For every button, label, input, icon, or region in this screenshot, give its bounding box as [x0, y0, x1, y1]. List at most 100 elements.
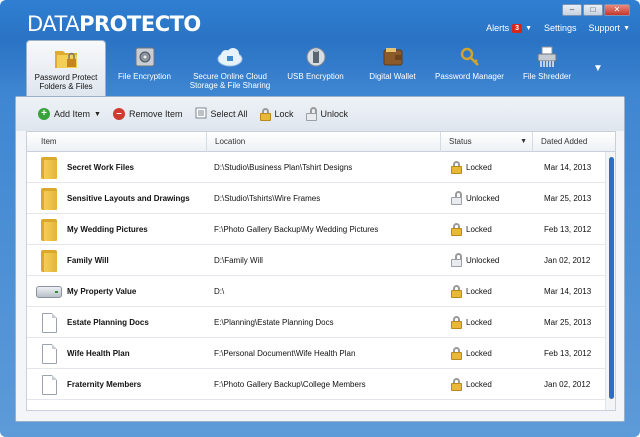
tab-label: File Shredder	[522, 72, 572, 81]
select-all-button[interactable]: Select All	[195, 107, 248, 121]
lock-icon	[451, 285, 462, 298]
tab-label: Storage & File Sharing	[189, 81, 271, 90]
unlock-icon	[451, 253, 462, 267]
table-row[interactable]: My Property Value D:\ Locked Mar 14, 2013	[27, 276, 605, 307]
item-date-added: Jan 02, 2012	[544, 256, 591, 265]
item-status: Locked	[451, 276, 492, 307]
alerts-label: Alerts	[486, 23, 510, 33]
lock-icon	[259, 107, 271, 121]
tab-label: Folders & Files	[39, 82, 93, 91]
shredder-icon	[532, 44, 562, 70]
item-location: D:\Studio\Tshirts\Wire Frames	[214, 194, 321, 203]
unlock-label: Unlock	[320, 109, 349, 119]
settings-menu[interactable]: Settings	[544, 23, 577, 33]
column-header-location[interactable]: Location	[207, 132, 441, 152]
logo-part-2: PROTECTO	[79, 12, 201, 36]
settings-label: Settings	[544, 23, 577, 33]
column-header-item[interactable]: Item	[27, 132, 207, 152]
table-row[interactable]: Secret Work Files D:\Studio\Business Plan…	[27, 152, 605, 183]
window-controls: – □ ✕	[562, 4, 630, 16]
item-name: Sensitive Layouts and Drawings	[67, 194, 190, 203]
tab-file-shredder[interactable]: File Shredder	[508, 40, 586, 96]
folder-icon	[35, 245, 63, 276]
vertical-scrollbar[interactable]	[605, 152, 615, 410]
column-header-status[interactable]: Status ▼	[441, 132, 533, 152]
table-row[interactable]: Estate Planning Docs E:\Planning\Estate P…	[27, 307, 605, 338]
item-name: Family Will	[67, 256, 109, 265]
item-location: D:\Studio\Business Plan\Tshirt Designs	[214, 163, 353, 172]
drive-icon	[35, 276, 63, 307]
item-name: My Property Value	[67, 287, 137, 296]
scrollbar-thumb[interactable]	[609, 157, 614, 399]
status-label: Locked	[466, 349, 492, 358]
close-button[interactable]: ✕	[604, 4, 630, 16]
chevron-down-icon: ▼	[525, 24, 532, 32]
minimize-button[interactable]: –	[562, 4, 582, 16]
status-label: Unlocked	[466, 256, 500, 265]
minus-icon: –	[112, 108, 125, 120]
tab-digital-wallet[interactable]: Digital Wallet	[354, 40, 431, 96]
tab-label: USB Encryption	[287, 72, 344, 81]
table-header: Item Location Status ▼ Dated Added	[27, 132, 615, 152]
tab-secure-cloud[interactable]: Secure Online Cloud Storage & File Shari…	[183, 40, 277, 96]
logo-part-1: DATA	[27, 12, 80, 36]
tab-label: File Encryption	[118, 72, 171, 81]
lock-label: Lock	[274, 109, 294, 119]
remove-item-button[interactable]: – Remove Item	[112, 108, 183, 120]
item-status: Locked	[451, 338, 492, 369]
add-item-label: Add Item	[54, 109, 91, 119]
item-date-added: Mar 25, 2013	[544, 194, 592, 203]
item-date-added: Feb 13, 2012	[544, 349, 592, 358]
table-row[interactable]: Wife Health Plan F:\Personal Document\Wif…	[27, 338, 605, 369]
chevron-down-icon: ▼	[623, 24, 630, 32]
tab-file-encryption[interactable]: File Encryption	[106, 40, 183, 96]
support-menu[interactable]: Support ▼	[589, 23, 630, 33]
table-row[interactable]: My Wedding Pictures F:\Photo Gallery Back…	[27, 214, 605, 245]
cloud-icon	[215, 44, 245, 70]
table-row[interactable]: Fraternity Members F:\Photo Gallery Backu…	[27, 369, 605, 400]
table-row[interactable]: Sensitive Layouts and Drawings D:\Studio\…	[27, 183, 605, 214]
column-header-date[interactable]: Dated Added	[533, 132, 615, 152]
tab-password-manager[interactable]: Password Manager	[431, 40, 508, 96]
app-window: DATA PROTECTO – □ ✕ Alerts 3 ▼ Settings S…	[0, 0, 640, 437]
tab-usb-encryption[interactable]: USB Encryption	[277, 40, 354, 96]
status-label: Locked	[466, 163, 492, 172]
chevron-down-icon: ▼	[520, 138, 527, 145]
unlock-icon	[451, 191, 462, 205]
item-status: Locked	[451, 369, 492, 400]
document-icon	[35, 307, 63, 338]
tab-label: Secure Online Cloud	[193, 72, 267, 81]
add-item-button[interactable]: + Add Item ▼	[38, 108, 101, 120]
item-location: D:\Family Will	[214, 256, 263, 265]
item-name: Fraternity Members	[67, 380, 142, 389]
unlock-icon	[305, 106, 317, 121]
lock-icon	[451, 378, 462, 391]
document-icon	[35, 369, 63, 400]
tab-password-protect[interactable]: Password Protect Folders & Files	[26, 40, 106, 96]
item-date-added: Feb 13, 2012	[544, 225, 592, 234]
status-label: Unlocked	[466, 194, 500, 203]
remove-item-label: Remove Item	[128, 109, 183, 119]
maximize-button[interactable]: □	[583, 4, 603, 16]
status-label: Locked	[466, 287, 492, 296]
alerts-count-badge: 3	[512, 23, 523, 33]
items-table: Item Location Status ▼ Dated Added Secre…	[26, 131, 616, 411]
item-date-added: Mar 14, 2013	[544, 163, 592, 172]
item-location: F:\Photo Gallery Backup\My Wedding Pictu…	[214, 225, 379, 234]
select-all-icon	[195, 107, 207, 121]
item-location: F:\Photo Gallery Backup\College Members	[214, 380, 366, 389]
item-status: Unlocked	[451, 183, 499, 214]
feature-ribbon: Password Protect Folders & Files File En…	[0, 40, 640, 96]
item-status: Locked	[451, 152, 492, 183]
safe-icon	[130, 44, 160, 70]
alerts-menu[interactable]: Alerts 3 ▼	[486, 23, 532, 33]
ribbon-more-button[interactable]: ▼	[586, 40, 610, 96]
item-date-added: Jan 02, 2012	[544, 380, 591, 389]
unlock-button[interactable]: Unlock	[305, 106, 349, 121]
status-label: Locked	[466, 380, 492, 389]
table-row[interactable]: Family Will D:\Family Will Unlocked Jan 02,…	[27, 245, 605, 276]
folder-icon	[35, 152, 63, 183]
lock-button[interactable]: Lock	[259, 107, 294, 121]
key-icon	[455, 44, 485, 70]
lock-icon	[451, 223, 462, 236]
